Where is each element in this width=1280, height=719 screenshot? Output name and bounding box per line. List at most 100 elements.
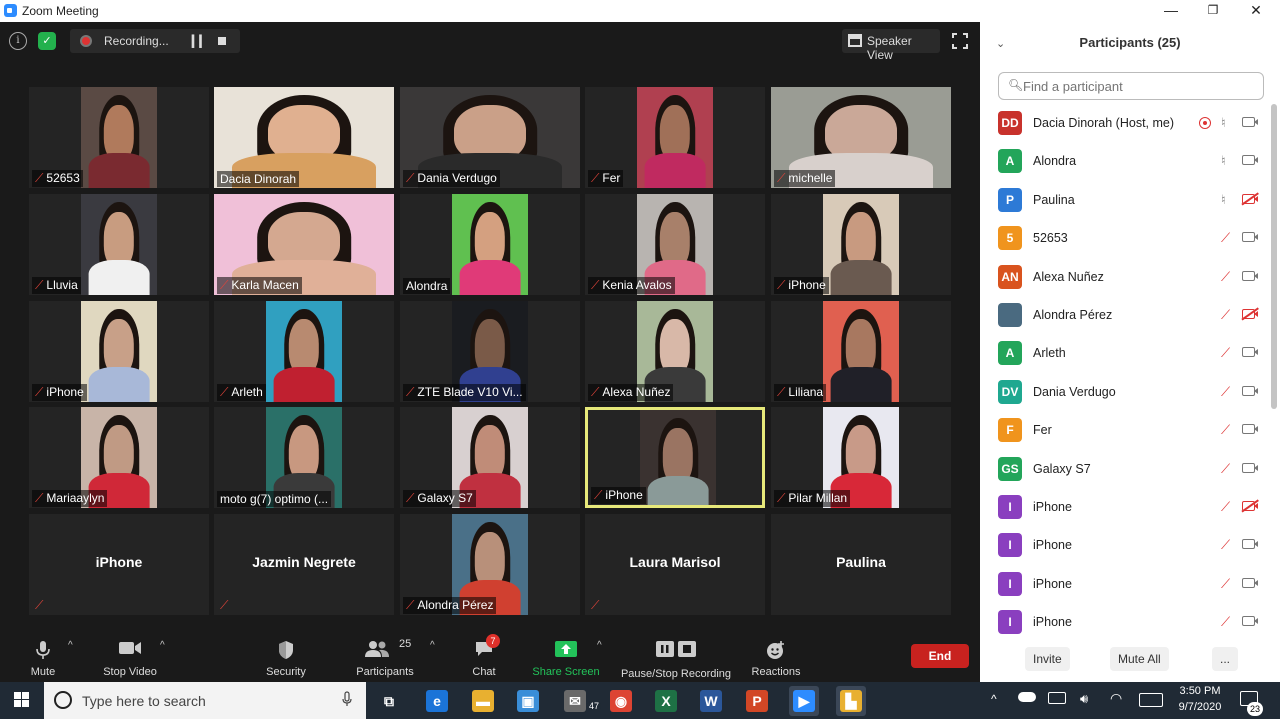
participant-row[interactable]: IiPhone ⟋ [980,603,1270,641]
folder-app-icon[interactable]: ▙ [836,686,866,716]
more-options-button[interactable]: ... [1212,647,1239,671]
speaker-view-button[interactable]: Speaker View [842,29,940,62]
meeting-info-icon[interactable]: i [9,32,27,50]
audio-options-chevron-icon[interactable]: ^ [68,640,73,651]
participant-row[interactable]: DD Dacia Dinorah (Host, me) ♮ [980,104,1270,142]
video-tile[interactable]: Alondra [400,194,580,295]
participant-row[interactable]: Alondra Pérez ⟋ [980,296,1270,334]
show-hidden-icons-chevron-icon[interactable]: ^ [991,692,997,706]
video-tile[interactable]: ⟋ Alondra Pérez [400,514,580,615]
video-tile[interactable]: ⟋ Dania Verdugo [400,87,580,188]
video-camera-icon[interactable] [1242,539,1258,550]
participant-row[interactable]: DV Dania Verdugo ⟋ [980,373,1270,411]
restore-button[interactable]: ❐ [1190,0,1236,22]
video-camera-icon[interactable] [1242,232,1258,243]
video-tile[interactable]: ⟋ Lluvia [29,194,209,295]
muted-mic-icon[interactable]: ⟋ [1221,307,1230,323]
keyboard-icon[interactable] [1139,693,1163,707]
video-camera-icon[interactable] [1242,577,1258,588]
video-camera-icon[interactable] [1242,347,1258,358]
video-camera-icon[interactable] [1242,424,1258,435]
muted-mic-icon[interactable]: ⟋ [1221,345,1230,361]
participant-row[interactable]: F Fer ⟋ [980,411,1270,449]
video-tile[interactable]: ⟋ ZTE Blade V10 Vi... [400,301,580,402]
participant-row[interactable]: IiPhone ⟋ [980,565,1270,603]
microphone-icon[interactable]: ♮ [1221,192,1226,208]
mute-all-button[interactable]: Mute All [1110,647,1169,671]
video-tile[interactable]: ⟋ Arleth [214,301,394,402]
reactions-button[interactable]: Reactions [748,634,804,680]
taskbar-search-box[interactable]: Type here to search [44,682,366,719]
zoom-app-icon[interactable]: ▶ [789,686,819,716]
video-camera-icon[interactable] [1242,462,1258,473]
microphone-icon[interactable]: ♮ [1221,115,1226,131]
video-tile[interactable]: ⟋ Pilar Millan [771,407,951,508]
video-tile[interactable]: ⟋ iPhone [585,407,765,508]
video-tile[interactable]: iPhone ⟋ [29,514,209,615]
share-screen-button[interactable]: Share Screen [532,634,600,680]
task-view-icon[interactable]: ⧉ [374,686,404,716]
video-tile[interactable]: ⟋ Liliana [771,301,951,402]
invite-button[interactable]: Invite [1025,647,1070,671]
mail-icon[interactable]: ✉ [560,686,590,716]
muted-mic-icon[interactable]: ⟋ [1221,499,1230,515]
participant-row[interactable]: GS Galaxy S7 ⟋ [980,450,1270,488]
video-camera-icon[interactable] [1242,385,1258,396]
participant-row[interactable]: P Paulina ♮ [980,181,1270,219]
participant-row[interactable]: A Alondra ♮ [980,142,1270,180]
encryption-shield-icon[interactable]: ✓ [38,32,56,50]
clock-time[interactable]: 3:50 PM [1178,685,1222,697]
mute-button[interactable]: Mute [22,634,64,680]
fullscreen-icon[interactable] [951,32,969,50]
muted-mic-icon[interactable]: ⟋ [1221,384,1230,400]
onedrive-cloud-icon[interactable] [1018,692,1036,702]
participant-list-scrollbar[interactable] [1271,104,1277,409]
video-options-chevron-icon[interactable]: ^ [160,640,165,651]
participant-row[interactable]: A Arleth ⟋ [980,334,1270,372]
find-participant-box[interactable]: 🔍︎ [998,72,1264,100]
video-off-icon[interactable] [1242,193,1258,204]
muted-mic-icon[interactable]: ⟋ [1221,576,1230,592]
video-tile[interactable]: ⟋ michelle [771,87,951,188]
wifi-icon[interactable]: ◠ [1110,690,1122,707]
video-tile[interactable]: ⟋ Galaxy S7 [400,407,580,508]
participants-options-chevron-icon[interactable]: ^ [430,640,435,651]
video-tile[interactable]: ⟋ Karla Macen [214,194,394,295]
video-tile[interactable]: moto g(7) optimo (... [214,407,394,508]
video-tile[interactable]: ⟋ 52653 [29,87,209,188]
store-icon[interactable]: ▣ [513,686,543,716]
video-tile[interactable]: Paulina [771,514,951,615]
muted-mic-icon[interactable]: ⟋ [1221,422,1230,438]
participant-row[interactable]: 5 52653 ⟋ [980,219,1270,257]
windows-start-icon[interactable] [14,692,30,708]
participant-row[interactable]: AN Alexa Nuñez ⟋ [980,258,1270,296]
video-tile[interactable]: ⟋ Alexa Nuñez [585,301,765,402]
share-options-chevron-icon[interactable]: ^ [597,640,602,651]
video-camera-icon[interactable] [1242,270,1258,281]
battery-icon[interactable] [1048,692,1066,704]
pause-stop-recording-button[interactable]: Pause/Stop Recording [618,634,734,680]
voice-search-microphone-icon[interactable] [342,691,352,707]
muted-mic-icon[interactable]: ⟋ [1221,614,1230,630]
excel-icon[interactable]: X [651,686,681,716]
video-off-icon[interactable] [1242,309,1258,319]
microphone-icon[interactable]: ♮ [1221,153,1226,169]
end-meeting-button[interactable]: End [911,644,969,668]
muted-mic-icon[interactable]: ⟋ [1221,269,1230,285]
video-tile[interactable]: ⟋ Mariaaylyn [29,407,209,508]
pause-recording-icon[interactable]: ▎▎ [192,35,208,48]
video-tile[interactable]: Dacia Dinorah [214,87,394,188]
video-tile[interactable]: ⟋ Fer [585,87,765,188]
powerpoint-icon[interactable]: P [742,686,772,716]
security-button[interactable]: Security [262,634,310,680]
participant-row[interactable]: IiPhone ⟋ [980,526,1270,564]
muted-mic-icon[interactable]: ⟋ [1221,461,1230,477]
close-button[interactable]: ✕ [1233,0,1279,22]
minimize-button[interactable]: — [1148,0,1194,22]
chrome-icon[interactable]: ◉ [606,686,636,716]
video-camera-icon[interactable] [1242,155,1258,166]
video-tile[interactable]: ⟋ iPhone [29,301,209,402]
participant-row[interactable]: IiPhone ⟋ [980,488,1270,526]
find-participant-input[interactable] [1023,77,1253,95]
video-camera-icon[interactable] [1242,117,1258,127]
